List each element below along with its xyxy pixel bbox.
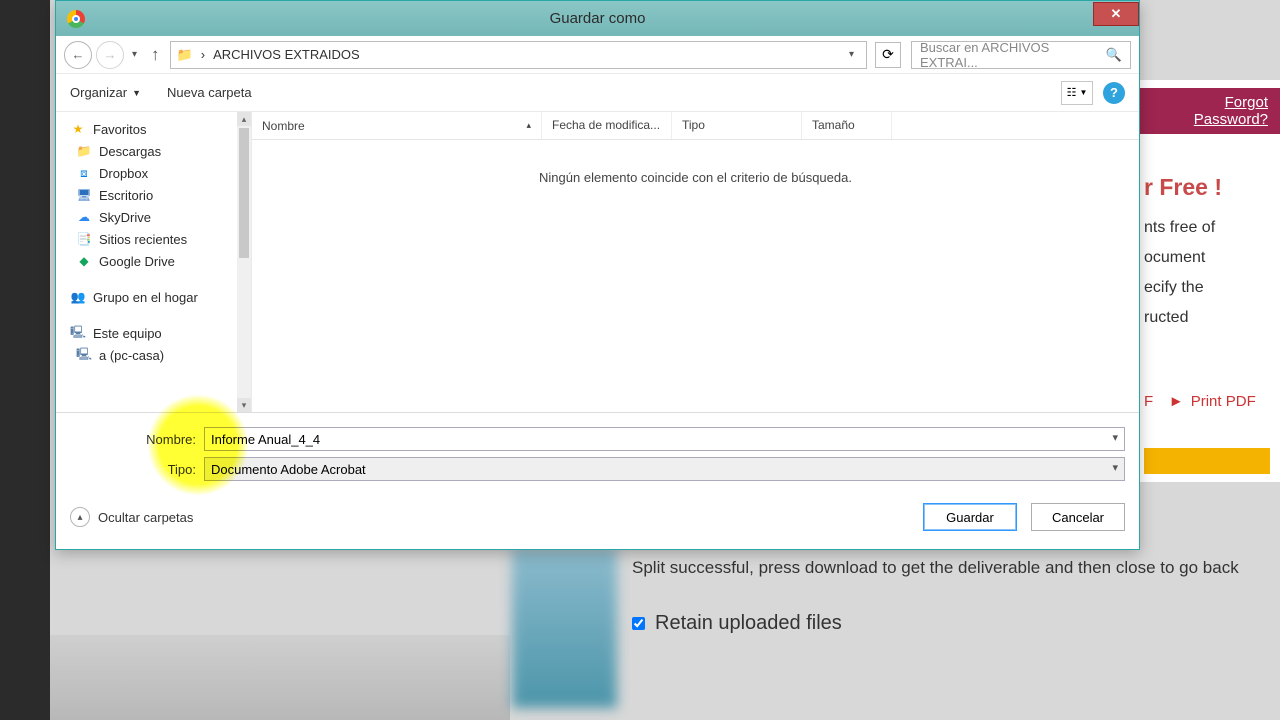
folder-icon: 📁 — [177, 47, 193, 63]
search-input[interactable]: Buscar en ARCHIVOS EXTRAI...🔍 — [911, 41, 1131, 69]
filetype-select[interactable]: Documento Adobe Acrobat — [204, 457, 1125, 481]
sidebar-item-dropbox[interactable]: ⧈ Dropbox — [56, 162, 237, 184]
column-header-date[interactable]: Fecha de modifica... — [542, 112, 672, 139]
new-folder-button[interactable]: Nueva carpeta — [167, 85, 252, 100]
up-button[interactable]: ↑ — [145, 45, 166, 65]
address-bar[interactable]: 📁 › ARCHIVOS EXTRAIDOS ▾ — [170, 41, 867, 69]
cloud-icon: ☁ — [76, 209, 92, 225]
column-header-name[interactable]: Nombre▴ — [252, 112, 542, 139]
column-header-type[interactable]: Tipo — [672, 112, 802, 139]
address-dropdown[interactable]: ▾ — [843, 49, 860, 60]
sidebar-item-network-pc[interactable]: 🖳 a (pc-casa) — [56, 344, 237, 366]
save-button[interactable]: Guardar — [923, 503, 1017, 531]
star-icon: ★ — [70, 121, 86, 137]
sidebar-item-desktop[interactable]: 🖥 Escritorio — [56, 184, 237, 206]
sidebar-item-gdrive[interactable]: ◆ Google Drive — [56, 250, 237, 272]
column-header-size[interactable]: Tamaño — [802, 112, 892, 139]
dropbox-icon: ⧈ — [76, 165, 92, 181]
history-dropdown[interactable]: ▾ — [128, 49, 141, 60]
sidebar-homegroup[interactable]: 👥 Grupo en el hogar — [56, 286, 237, 308]
recent-icon: 📑 — [76, 231, 92, 247]
breadcrumb[interactable]: ARCHIVOS EXTRAIDOS — [213, 47, 360, 62]
chevron-up-icon: ▴ — [70, 507, 90, 527]
bg-heading: r Free ! — [1144, 174, 1270, 201]
gdrive-icon: ◆ — [76, 253, 92, 269]
pdf-thumbnail — [512, 548, 617, 708]
status-message: Split successful, press download to get … — [632, 558, 1260, 578]
sidebar-this-pc[interactable]: 🖳 Este equipo — [56, 322, 237, 344]
folder-icon: 📁 — [76, 143, 92, 159]
chrome-icon — [67, 10, 85, 28]
empty-folder-message: Ningún elemento coincide con el criterio… — [252, 170, 1139, 185]
organize-menu[interactable]: Organizar▼ — [70, 85, 141, 100]
refresh-button[interactable]: ⟳ — [875, 42, 901, 68]
close-button[interactable]: ✕ — [1093, 2, 1139, 26]
hide-folders-toggle[interactable]: ▴ Ocultar carpetas — [70, 507, 193, 527]
sidebar-favorites[interactable]: ★ Favoritos — [56, 118, 237, 140]
filetype-label: Tipo: — [70, 462, 204, 477]
forgot-password-link[interactable]: Forgot Password? — [1140, 88, 1280, 134]
view-mode-button[interactable]: ☷▼ — [1061, 81, 1093, 105]
save-as-dialog: Guardar como ✕ ← → ▾ ↑ 📁 › ARCHIVOS EXTR… — [55, 0, 1140, 550]
cancel-button[interactable]: Cancelar — [1031, 503, 1125, 531]
filename-input[interactable]: Informe Anual_4_4 — [204, 427, 1125, 451]
retain-files-checkbox[interactable]: Retain uploaded files — [632, 612, 1260, 635]
sidebar-item-skydrive[interactable]: ☁ SkyDrive — [56, 206, 237, 228]
bg-text: nts free ofocument ecify theructed — [1144, 213, 1270, 333]
sidebar-scrollbar[interactable]: ▴▾ — [237, 112, 251, 412]
filename-label: Nombre: — [70, 432, 204, 447]
dialog-title: Guardar como — [550, 10, 646, 27]
back-button[interactable]: ← — [64, 41, 92, 69]
search-icon: 🔍 — [1106, 47, 1122, 63]
print-pdf-link[interactable]: F ► Print PDF — [1144, 393, 1270, 410]
desktop-icon: 🖥 — [76, 187, 92, 203]
pc-icon: 🖳 — [76, 347, 92, 363]
sidebar-item-downloads[interactable]: 📁 Descargas — [56, 140, 237, 162]
help-button[interactable]: ? — [1103, 82, 1125, 104]
homegroup-icon: 👥 — [70, 289, 86, 305]
forward-button[interactable]: → — [96, 41, 124, 69]
sidebar-item-recent[interactable]: 📑 Sitios recientes — [56, 228, 237, 250]
pc-icon: 🖳 — [70, 325, 86, 341]
